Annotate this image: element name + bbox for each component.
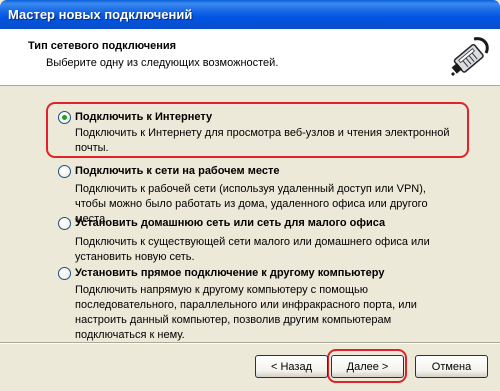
option-home-network-desc: Подключить к существующей сети малого ил…	[75, 236, 430, 263]
network-cable-plug-icon	[450, 37, 489, 77]
cancel-button[interactable]: Отмена	[415, 355, 488, 378]
radio-home-network[interactable]	[58, 217, 71, 230]
title-bar[interactable]: Мастер новых подключений	[0, 0, 500, 29]
back-button[interactable]: < Назад	[255, 355, 328, 378]
radio-workplace[interactable]	[58, 165, 71, 178]
wizard-header: Тип сетевого подключения Выберите одну и…	[0, 29, 500, 86]
option-internet-label[interactable]: Подключить к Интернету	[75, 111, 212, 123]
option-internet-desc: Подключить к Интернету для просмотра веб…	[75, 127, 450, 154]
options-area: Подключить к Интернету Подключить к Инте…	[0, 86, 500, 341]
option-home-network-label[interactable]: Установить домашнюю сеть или сеть для ма…	[75, 217, 385, 229]
radio-internet[interactable]	[58, 111, 71, 124]
header-subtitle: Выберите одну из следующих возможностей.	[46, 57, 279, 69]
wizard-window: Мастер новых подключений Тип сетевого по…	[0, 0, 500, 391]
option-direct-connection-label[interactable]: Установить прямое подключение к другому …	[75, 267, 384, 279]
radio-direct-connection[interactable]	[58, 267, 71, 280]
header-title: Тип сетевого подключения	[28, 40, 177, 52]
footer-separator	[0, 342, 500, 344]
window-title: Мастер новых подключений	[8, 7, 193, 22]
option-direct-connection-desc: Подключить напрямую к другому компьютеру…	[75, 284, 417, 341]
option-workplace-label[interactable]: Подключить к сети на рабочем месте	[75, 165, 279, 177]
next-button[interactable]: Далее >	[331, 355, 404, 378]
